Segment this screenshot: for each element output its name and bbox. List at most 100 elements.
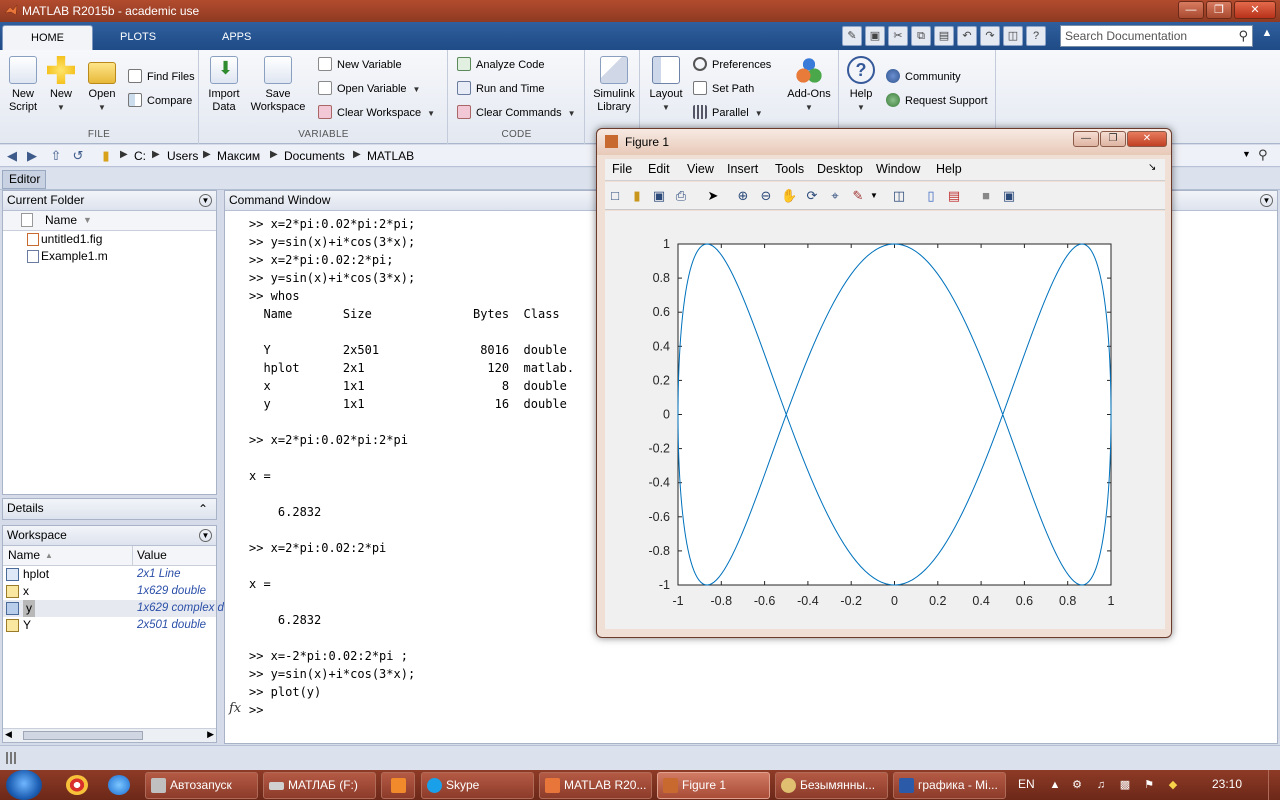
action-center-flag-icon[interactable]: ⚑ <box>1142 778 1156 792</box>
menu-window[interactable]: Window <box>876 162 920 176</box>
axes-box[interactable] <box>677 243 1112 586</box>
tray-expand-icon[interactable]: ▲ <box>1048 778 1062 792</box>
menu-edit[interactable]: Edit <box>648 162 670 176</box>
panel-actions-icon[interactable]: ▼ <box>199 194 212 207</box>
antivirus-icon[interactable]: ⚙ <box>1070 778 1084 792</box>
breadcrumb-users[interactable]: Users <box>167 149 198 163</box>
analyze-code-button[interactable]: Analyze Code <box>457 56 545 74</box>
figure-close-button[interactable]: ✕ <box>1127 131 1167 147</box>
pan-hand-icon[interactable]: ✋ <box>781 188 797 204</box>
new-variable-button[interactable]: New Variable <box>318 56 402 74</box>
maximize-button[interactable]: ❐ <box>1206 1 1232 19</box>
browse-folder-icon[interactable]: ↺ <box>70 148 86 164</box>
new-figure-icon[interactable]: □ <box>607 188 623 204</box>
function-browser-icon[interactable]: fx <box>229 701 241 716</box>
cut-icon[interactable]: ✂ <box>888 26 908 46</box>
add-ons-button[interactable]: Add-Ons ▼ <box>785 56 833 114</box>
workspace-name-column[interactable]: Name <box>8 546 40 565</box>
system-clock[interactable]: 23:10 <box>1212 777 1242 791</box>
ribbon-collapse-icon[interactable]: ▲ <box>1258 27 1276 45</box>
edit-plot-pointer-icon[interactable]: ➤ <box>705 188 721 204</box>
workspace-row[interactable]: x 1x629 double <box>3 583 216 600</box>
scroll-left-icon[interactable]: ◀ <box>5 729 12 740</box>
workspace-value-column[interactable]: Value <box>137 546 167 565</box>
brush-dropdown-icon[interactable]: ▼ <box>866 188 882 204</box>
breadcrumb-matlab[interactable]: MATLAB <box>367 149 414 163</box>
import-data-button[interactable]: ⬇ Import Data <box>206 56 242 114</box>
preferences-button[interactable]: Preferences <box>693 56 771 74</box>
open-button[interactable]: Open ▼ <box>86 56 118 114</box>
minimize-button[interactable]: — <box>1178 1 1204 19</box>
workspace-row[interactable]: y 1x629 complex d <box>3 600 224 617</box>
breadcrumb-documents[interactable]: Documents <box>284 149 345 163</box>
workspace-row[interactable]: Y 2x501 double <box>3 617 216 634</box>
community-button[interactable]: Community <box>886 68 961 86</box>
zoom-out-icon[interactable]: ⊖ <box>758 188 774 204</box>
notification-icon[interactable]: ◆ <box>1166 778 1180 792</box>
taskbar-task[interactable]: графика - Mi... <box>893 772 1006 799</box>
editor-tab[interactable]: Editor <box>2 170 46 189</box>
switch-windows-icon[interactable]: ◫ <box>1003 26 1023 46</box>
workspace-horizontal-scrollbar[interactable]: ◀ ▶ <box>3 728 216 742</box>
menu-desktop[interactable]: Desktop <box>817 162 863 176</box>
menu-file[interactable]: File <box>612 162 632 176</box>
taskbar-task[interactable]: Skype <box>421 772 534 799</box>
run-and-time-button[interactable]: Run and Time <box>457 80 544 98</box>
scroll-right-icon[interactable]: ▶ <box>207 729 214 740</box>
breadcrumb-drive[interactable]: C: <box>134 149 146 163</box>
paste-icon[interactable]: ▤ <box>934 26 954 46</box>
menu-insert[interactable]: Insert <box>727 162 758 176</box>
data-cursor-icon[interactable]: ⌖ <box>827 188 843 204</box>
taskbar-task[interactable]: MATLAB R20... <box>539 772 652 799</box>
yandex-browser-icon[interactable] <box>66 775 88 795</box>
open-file-icon[interactable]: ▮ <box>629 188 645 204</box>
insert-legend-icon[interactable]: ▤ <box>946 188 962 204</box>
link-plot-icon[interactable]: ◫ <box>891 188 907 204</box>
up-folder-icon[interactable]: ⇧ <box>48 148 64 164</box>
figure-maximize-button[interactable]: ❐ <box>1100 131 1126 147</box>
figure-minimize-button[interactable]: — <box>1073 131 1099 147</box>
figure-title-bar[interactable]: Figure 1 — ❐ ✕ <box>597 129 1171 155</box>
file-row[interactable]: Example1.m <box>3 248 216 265</box>
workspace-row[interactable]: hplot 2x1 Line <box>3 566 216 583</box>
compare-button[interactable]: Compare <box>128 92 192 110</box>
clear-commands-button[interactable]: Clear Commands ▼ <box>457 104 576 122</box>
tab-home[interactable]: HOME <box>2 25 93 50</box>
undo-icon[interactable]: ↶ <box>957 26 977 46</box>
parallel-button[interactable]: Parallel ▼ <box>693 104 763 122</box>
menu-help[interactable]: Help <box>936 162 962 176</box>
breadcrumb-user[interactable]: Максим <box>217 149 260 163</box>
clear-workspace-button[interactable]: Clear Workspace ▼ <box>318 104 435 122</box>
menu-dock-icon[interactable]: ↘ <box>1148 162 1156 173</box>
layout-button[interactable]: Layout ▼ <box>647 56 685 114</box>
find-files-button[interactable]: Find Files <box>128 68 195 86</box>
input-language-indicator[interactable]: EN <box>1018 777 1035 791</box>
brush-icon[interactable]: ✎ <box>850 188 866 204</box>
taskbar-task[interactable]: МАТЛАБ (F:) <box>263 772 376 799</box>
taskbar-task[interactable] <box>381 772 415 799</box>
internet-explorer-icon[interactable] <box>108 775 130 795</box>
insert-colorbar-icon[interactable]: ▯ <box>923 188 939 204</box>
save-workspace-button[interactable]: Save Workspace <box>248 56 308 114</box>
tab-apps[interactable]: APPS <box>202 25 271 50</box>
back-arrow-icon[interactable]: ◀ <box>4 148 20 164</box>
close-button[interactable]: ✕ <box>1234 1 1276 19</box>
save-figure-icon[interactable]: ▣ <box>651 188 667 204</box>
forward-arrow-icon[interactable]: ▶ <box>24 148 40 164</box>
open-variable-button[interactable]: Open Variable ▼ <box>318 80 420 98</box>
current-folder-column-header[interactable]: Name ▼ <box>3 211 216 231</box>
panel-actions-icon[interactable]: ▼ <box>1260 194 1273 207</box>
help-button[interactable]: ? Help ▼ <box>846 56 876 114</box>
redo-icon[interactable]: ↷ <box>980 26 1000 46</box>
taskbar-task[interactable]: Figure 1 <box>657 772 770 799</box>
help-icon[interactable]: ? <box>1026 26 1046 46</box>
hide-plot-tools-icon[interactable]: ■ <box>978 188 994 204</box>
set-path-button[interactable]: Set Path <box>693 80 754 98</box>
tab-plots[interactable]: PLOTS <box>100 25 176 50</box>
menu-view[interactable]: View <box>687 162 714 176</box>
start-button[interactable] <box>6 770 42 800</box>
figure-window[interactable]: Figure 1 — ❐ ✕ File Edit View Insert Too… <box>596 128 1172 638</box>
details-header[interactable]: Details ⌃ <box>3 499 216 519</box>
search-documentation-input[interactable]: Search Documentation ⚲ <box>1060 25 1253 47</box>
rotate-3d-icon[interactable]: ⟳ <box>804 188 820 204</box>
